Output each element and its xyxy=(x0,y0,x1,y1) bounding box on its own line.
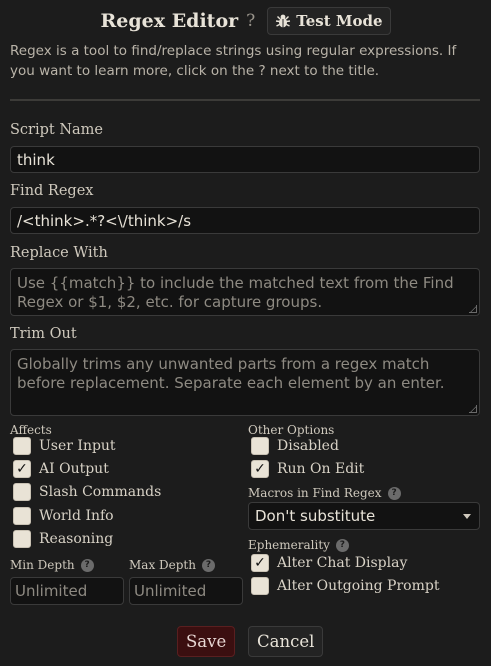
replace-with-placeholder: Use {{match}} to include the matched tex… xyxy=(17,274,454,311)
min-depth-label-text: Min Depth xyxy=(10,558,75,572)
checkbox-alter-outgoing-prompt[interactable]: Alter Outgoing Prompt xyxy=(251,577,439,595)
checkbox-world-info[interactable]: World Info xyxy=(13,507,114,525)
resize-handle-icon[interactable] xyxy=(469,405,477,413)
help-icon[interactable]: ? xyxy=(246,11,255,31)
max-depth-label: Max Depth ? xyxy=(129,558,215,572)
min-depth-input[interactable]: Unlimited xyxy=(10,577,124,605)
checkbox-label: Alter Outgoing Prompt xyxy=(277,578,440,594)
checkbox-label: AI Output xyxy=(39,461,109,477)
check-icon: ✓ xyxy=(254,555,266,571)
checkbox-label: Disabled xyxy=(277,438,339,454)
checkbox-reasoning[interactable]: Reasoning xyxy=(13,530,113,548)
checkbox-label: World Info xyxy=(39,508,114,524)
checkbox-box[interactable] xyxy=(251,437,269,455)
trim-out-textarea[interactable]: Globally trims any unwanted parts from a… xyxy=(10,349,480,416)
checkbox-disabled[interactable]: Disabled xyxy=(251,437,339,455)
macros-select[interactable]: Don't substitute xyxy=(248,502,480,530)
checkbox-label: Alter Chat Display xyxy=(277,555,408,571)
checkbox-box[interactable] xyxy=(13,483,31,501)
checkbox-alter-chat-display[interactable]: ✓ Alter Chat Display xyxy=(251,554,407,572)
checkbox-label: Slash Commands xyxy=(39,484,162,500)
checkbox-ai-output[interactable]: ✓ AI Output xyxy=(13,460,109,478)
intro-text: Regex is a tool to find/replace strings … xyxy=(10,43,457,79)
resize-handle-icon[interactable] xyxy=(469,305,477,313)
checkbox-box[interactable] xyxy=(13,507,31,525)
checkbox-label: Reasoning xyxy=(39,531,114,547)
check-icon: ✓ xyxy=(254,461,266,477)
script-name-input[interactable]: think xyxy=(10,146,480,173)
checkbox-box[interactable]: ✓ xyxy=(251,460,269,478)
affects-label-text: Affects xyxy=(10,423,52,437)
divider xyxy=(10,99,480,101)
page-title: Regex Editor xyxy=(100,10,239,32)
max-depth-label-text: Max Depth xyxy=(129,558,196,572)
ephemerality-label-text: Ephemerality xyxy=(248,538,330,552)
test-mode-button[interactable]: Test Mode xyxy=(267,7,391,35)
help-hint-icon[interactable]: ? xyxy=(80,558,94,572)
checkbox-box[interactable] xyxy=(13,437,31,455)
affects-label: Affects xyxy=(10,423,52,437)
checkbox-run-on-edit[interactable]: ✓ Run On Edit xyxy=(251,460,364,478)
test-mode-label: Test Mode xyxy=(296,12,383,30)
help-hint-icon[interactable]: ? xyxy=(387,486,401,500)
max-depth-placeholder: Unlimited xyxy=(134,582,207,600)
macros-label-text: Macros in Find Regex xyxy=(248,486,382,500)
checkbox-label: Run On Edit xyxy=(277,461,365,477)
macros-label: Macros in Find Regex ? xyxy=(248,486,401,500)
min-depth-placeholder: Unlimited xyxy=(15,582,88,600)
min-depth-label: Min Depth ? xyxy=(10,558,94,572)
trim-out-placeholder: Globally trims any unwanted parts from a… xyxy=(17,355,445,392)
checkbox-box[interactable]: ✓ xyxy=(251,554,269,572)
find-regex-input[interactable]: /<think>.*?<\/think>/s xyxy=(10,207,480,234)
chevron-down-icon xyxy=(463,514,471,519)
bug-icon xyxy=(276,14,291,28)
macros-select-value: Don't substitute xyxy=(255,507,376,525)
ephemerality-label: Ephemerality ? xyxy=(248,538,349,552)
other-options-label-text: Other Options xyxy=(248,423,335,437)
checkbox-user-input[interactable]: User Input xyxy=(13,437,116,455)
script-name-label: Script Name xyxy=(10,122,104,138)
check-icon: ✓ xyxy=(16,461,28,477)
checkbox-label: User Input xyxy=(39,438,116,454)
cancel-button[interactable]: Cancel xyxy=(248,626,324,657)
checkbox-box[interactable] xyxy=(13,530,31,548)
replace-with-textarea[interactable]: Use {{match}} to include the matched tex… xyxy=(10,268,480,316)
find-regex-label: Find Regex xyxy=(10,183,94,199)
help-hint-icon[interactable]: ? xyxy=(201,558,215,572)
trim-out-label: Trim Out xyxy=(10,326,77,342)
save-button[interactable]: Save xyxy=(177,626,236,657)
title-row: Regex Editor ? Test Mode xyxy=(0,6,491,36)
checkbox-box[interactable] xyxy=(251,577,269,595)
other-options-label: Other Options xyxy=(248,423,334,437)
checkbox-slash-commands[interactable]: Slash Commands xyxy=(13,483,161,501)
max-depth-input[interactable]: Unlimited xyxy=(129,577,243,605)
regex-editor-dialog: Regex Editor ? Test Mode Regex is a tool… xyxy=(0,0,491,666)
help-hint-icon[interactable]: ? xyxy=(335,538,349,552)
replace-with-label: Replace With xyxy=(10,245,108,261)
checkbox-box[interactable]: ✓ xyxy=(13,460,31,478)
